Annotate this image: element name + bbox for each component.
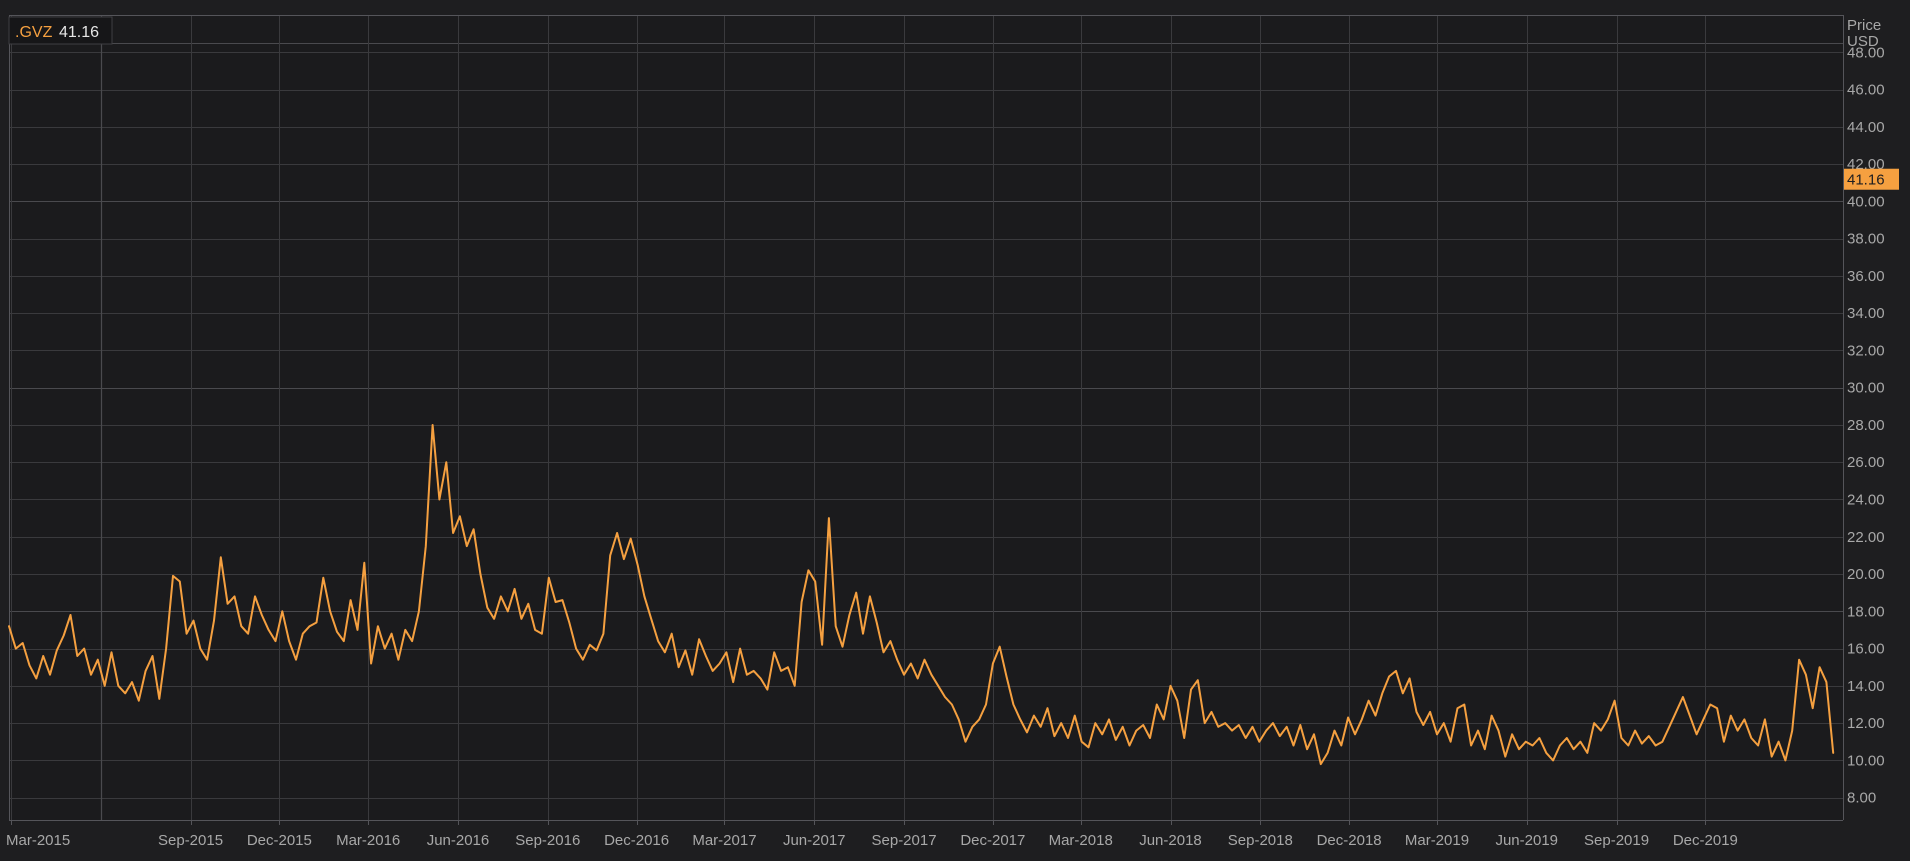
y-tick-label: 40.00 (1847, 193, 1885, 210)
chart-container: 8.00 10.00 12.00 14.00 16.00 18.00 20.00 22.00 2… (0, 0, 1910, 861)
x-tick-label: Jun-2016 (427, 832, 490, 849)
x-tick-label: Jun-2017 (783, 832, 846, 849)
x-tick-label: Mar-2019 (1405, 832, 1469, 849)
y-tick-label: 20.00 (1847, 566, 1885, 583)
legend-value: 41.16 (59, 24, 99, 41)
x-tick-label: Sep-2018 (1228, 832, 1293, 849)
y-tick-label: 36.00 (1847, 268, 1885, 285)
x-tick-label: Dec-2018 (1317, 832, 1382, 849)
y-tick-label: 14.00 (1847, 678, 1885, 695)
y-axis-unit-label: Price USD (1847, 17, 1881, 50)
x-tick-label: Sep-2015 (158, 832, 223, 849)
y-tick-label: 10.00 (1847, 752, 1885, 769)
legend-symbol: .GVZ (15, 24, 53, 41)
y-tick-label: 8.00 (1847, 790, 1876, 807)
x-tick-label: Dec-2016 (604, 832, 669, 849)
y-tick-label: 12.00 (1847, 715, 1885, 732)
y-axis-label-price: Price (1847, 17, 1881, 34)
y-tick-label: 30.00 (1847, 380, 1885, 397)
plot-area (9, 15, 1843, 820)
x-axis: Mar-2015 Sep-2015 Dec-2015 Mar-2016 Jun-2016… (6, 820, 1738, 849)
y-tick-label: 32.00 (1847, 342, 1885, 359)
x-tick-label: Jun-2019 (1495, 832, 1558, 849)
x-tick-label: Sep-2017 (872, 832, 937, 849)
last-value-label: 41.16 (1847, 172, 1885, 189)
y-tick-label: 28.00 (1847, 417, 1885, 434)
y-tick-label: 18.00 (1847, 603, 1885, 620)
legend-box: .GVZ 41.16 (8, 16, 113, 45)
price-chart: 8.00 10.00 12.00 14.00 16.00 18.00 20.00 22.00 2… (6, 15, 1899, 849)
y-tick-label: 26.00 (1847, 454, 1885, 471)
y-tick-label: 46.00 (1847, 82, 1885, 99)
y-tick-label: 44.00 (1847, 119, 1885, 136)
last-value-marker: 41.16 (1844, 168, 1899, 190)
x-tick-label: Dec-2019 (1673, 832, 1738, 849)
y-axis: 8.00 10.00 12.00 14.00 16.00 18.00 20.00 22.00 2… (1847, 44, 1885, 806)
x-tick-label: Mar-2017 (692, 832, 756, 849)
x-tick-label: Jun-2018 (1139, 832, 1202, 849)
y-tick-label: 34.00 (1847, 305, 1885, 322)
x-tick-label: Sep-2016 (515, 832, 580, 849)
y-tick-label: 24.00 (1847, 491, 1885, 508)
x-tick-label: Dec-2017 (960, 832, 1025, 849)
x-tick-label: Mar-2015 (6, 832, 70, 849)
x-tick-label: Mar-2018 (1049, 832, 1113, 849)
x-tick-label: Mar-2016 (336, 832, 400, 849)
x-tick-label: Dec-2015 (247, 832, 312, 849)
y-tick-label: 16.00 (1847, 641, 1885, 658)
y-tick-label: 22.00 (1847, 529, 1885, 546)
y-tick-label: 38.00 (1847, 231, 1885, 248)
y-axis-label-currency: USD (1847, 33, 1879, 50)
x-tick-label: Sep-2019 (1584, 832, 1649, 849)
